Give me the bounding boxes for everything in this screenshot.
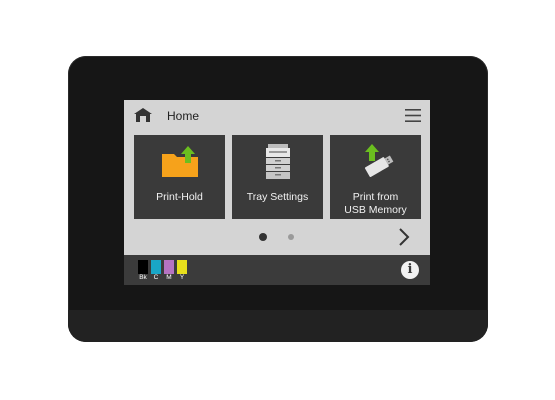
ink-cartridge: Y — [177, 260, 187, 282]
ink-level-bar — [164, 260, 174, 274]
ink-cartridge: M — [164, 260, 174, 282]
ink-label: M — [166, 274, 172, 281]
tile-label: Tray Settings — [246, 191, 309, 203]
touch-screen: Home Print-Hold Tray Settings Print from… — [124, 100, 430, 285]
page-title: Home — [167, 109, 200, 123]
page-dot-active[interactable] — [259, 233, 267, 241]
status-bar: Bk C M Y i — [124, 255, 430, 285]
ink-label: Y — [179, 274, 185, 281]
ink-level-bar — [138, 260, 148, 274]
ink-level-bar — [177, 260, 187, 274]
page-dot[interactable] — [288, 234, 294, 240]
page-indicator — [124, 233, 430, 243]
chevron-right-icon[interactable] — [397, 227, 411, 247]
folder-upload-icon — [161, 146, 198, 177]
hamburger-menu-icon[interactable] — [405, 109, 421, 122]
tray-settings-tile[interactable]: Tray Settings — [232, 135, 323, 219]
bezel-bottom-lip — [68, 310, 488, 342]
tile-label: USB Memory — [344, 204, 407, 216]
tile-label: Print from — [352, 191, 399, 203]
print-hold-tile[interactable]: Print-Hold — [134, 135, 225, 219]
print-from-usb-tile[interactable]: Print from USB Memory — [330, 135, 421, 219]
home-icon[interactable] — [133, 107, 153, 123]
ink-level-bar — [151, 260, 161, 274]
ink-label: C — [153, 274, 159, 281]
header-bar: Home — [124, 100, 430, 130]
ink-label: Bk — [139, 274, 147, 281]
usb-upload-icon — [364, 144, 393, 177]
info-icon[interactable]: i — [401, 261, 419, 279]
tile-label: Print-Hold — [156, 191, 203, 203]
ink-cartridge: C — [151, 260, 161, 282]
ink-cartridge: Bk — [138, 260, 148, 282]
printer-trays-icon — [265, 144, 290, 179]
